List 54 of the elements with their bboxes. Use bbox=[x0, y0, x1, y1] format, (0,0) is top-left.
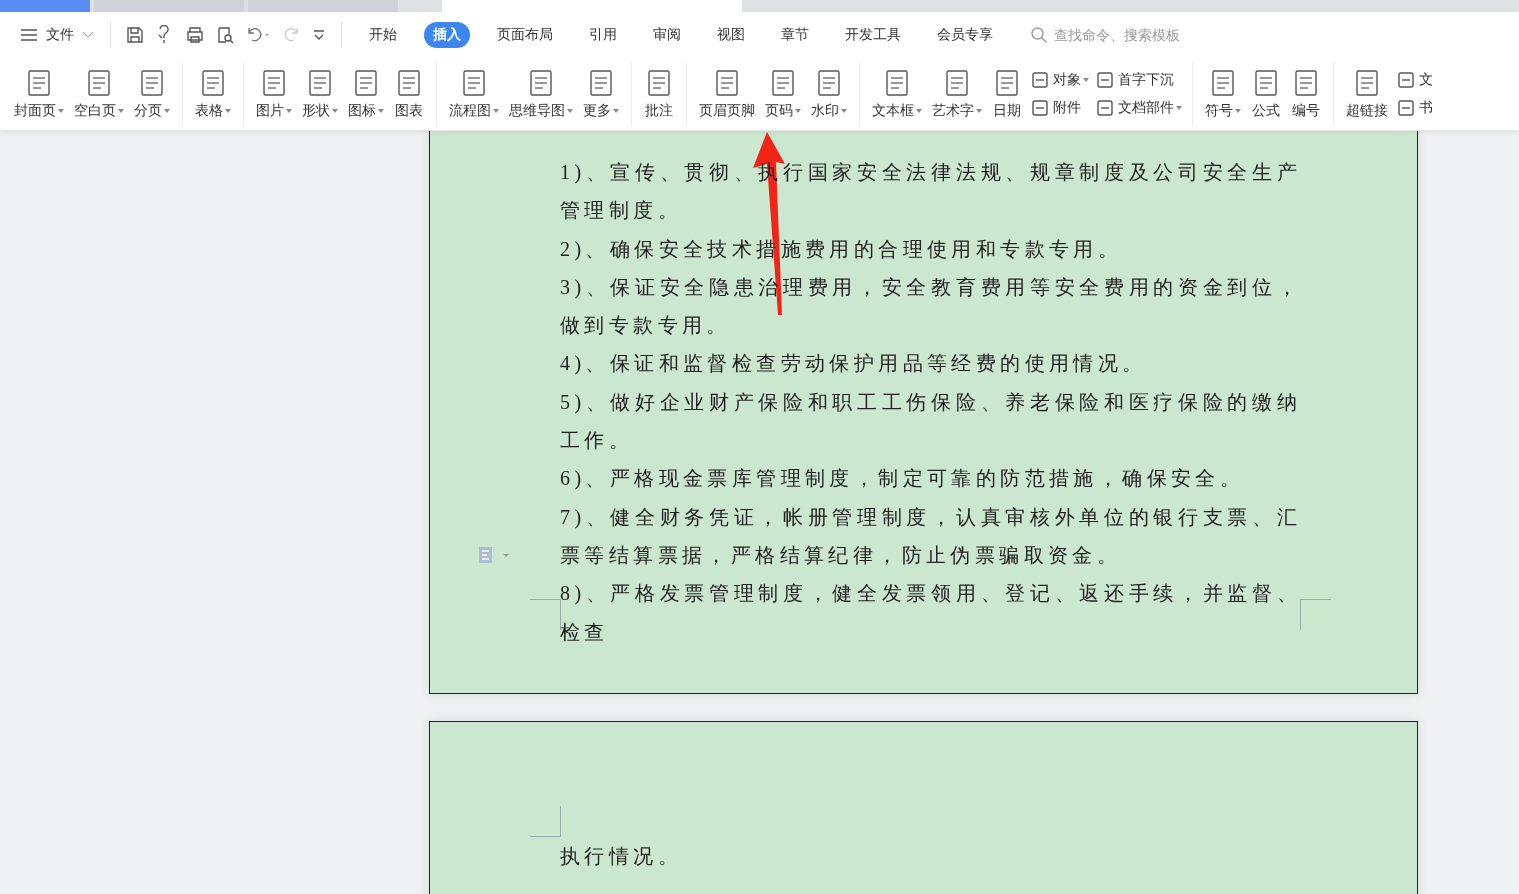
ribbon-button[interactable]: 文档部件 bbox=[1093, 97, 1184, 119]
ribbon-button[interactable]: 编号 bbox=[1287, 66, 1325, 122]
ribbon-button[interactable]: 表格 bbox=[191, 66, 235, 122]
ribbon-button[interactable]: 书 bbox=[1394, 97, 1435, 119]
ribbon-button[interactable]: 形状 bbox=[298, 66, 342, 122]
ribbon-tab[interactable]: 插入 bbox=[424, 22, 470, 48]
ribbon-button[interactable]: 公式 bbox=[1247, 66, 1285, 122]
ribbon-button[interactable]: 文本框 bbox=[868, 66, 926, 122]
paragraph-text: 6)、严格现金票库管理制度，制定可靠的防范措施，确保安全。 bbox=[560, 466, 1246, 492]
ribbon-button[interactable]: 水印 bbox=[807, 66, 851, 122]
ribbon-button[interactable]: 分页 bbox=[130, 66, 174, 122]
ribbon-button[interactable]: 图表 bbox=[390, 66, 428, 122]
ribbon-tab[interactable]: 开始 bbox=[360, 22, 406, 48]
margin-corner-mark bbox=[530, 806, 561, 837]
ribbon-tab[interactable]: 开发工具 bbox=[836, 22, 910, 48]
ribbon-button[interactable]: 艺术字 bbox=[928, 66, 986, 122]
ribbon-button[interactable]: 图标 bbox=[344, 66, 388, 122]
paragraph-text: 4)、保证和监督检查劳动保护用品等经费的使用情况。 bbox=[560, 351, 1148, 377]
print-preview-icon[interactable] bbox=[215, 25, 235, 45]
ribbon-button[interactable]: 批注 bbox=[640, 66, 678, 122]
ribbon-button[interactable]: 超链接 bbox=[1342, 66, 1392, 122]
ribbon-button[interactable]: 空白页 bbox=[70, 66, 128, 122]
ribbon-tab[interactable]: 页面布局 bbox=[488, 22, 562, 48]
margin-corner-mark bbox=[1300, 599, 1331, 630]
paragraph-text: 8)、严格发票管理制度，健全发票领用、登记、返还手续，并监督、检查 bbox=[560, 581, 1301, 645]
chevron-down-icon bbox=[82, 31, 94, 39]
ribbon-button[interactable]: 首字下沉 bbox=[1093, 69, 1184, 91]
file-menu-button[interactable]: 文件 bbox=[16, 26, 98, 44]
ribbon-tab[interactable]: 会员专享 bbox=[928, 22, 1002, 48]
ribbon-button[interactable]: 附件 bbox=[1028, 97, 1091, 119]
ribbon-button[interactable]: 思维导图 bbox=[505, 66, 577, 122]
menu-icon bbox=[20, 28, 38, 42]
ribbon-button[interactable]: 图片 bbox=[252, 66, 296, 122]
ribbon-button[interactable]: 符号 bbox=[1201, 66, 1245, 122]
ribbon-button[interactable]: 封面页 bbox=[10, 66, 68, 122]
ribbon-button[interactable]: 日期 bbox=[988, 66, 1026, 122]
command-search-field[interactable]: 查找命令、搜索模板 bbox=[1030, 26, 1236, 44]
ribbon-button[interactable]: 对象 bbox=[1028, 69, 1091, 91]
print-icon[interactable] bbox=[185, 25, 205, 45]
ribbon-button[interactable]: 更多 bbox=[579, 66, 623, 122]
search-icon bbox=[1030, 26, 1048, 44]
ribbon-tab[interactable]: 视图 bbox=[708, 22, 754, 48]
ribbon-tab[interactable]: 章节 bbox=[772, 22, 818, 48]
ribbon-tab[interactable]: 审阅 bbox=[644, 22, 690, 48]
ribbon-button[interactable]: 页眉页脚 bbox=[695, 66, 759, 122]
ribbon-button[interactable]: 流程图 bbox=[445, 66, 503, 122]
ribbon-button[interactable]: 页码 bbox=[761, 66, 805, 122]
paragraph-text: 执行情况。 bbox=[560, 844, 683, 869]
paragraph-text: 5)、做好企业财产保险和职工工伤保险、养老保险和医疗保险的缴纳工作。 bbox=[560, 389, 1301, 454]
save-icon[interactable] bbox=[125, 25, 145, 45]
margin-corner-mark bbox=[530, 599, 561, 630]
ribbon-button[interactable]: 文 bbox=[1394, 69, 1435, 91]
paragraph-text: 7)、健全财务凭证，帐册管理制度，认真审核外单位的银行支票、汇票等结算票据，严格结算纪律，防止伪票骗取资金。 bbox=[560, 504, 1301, 568]
ribbon-tab[interactable]: 引用 bbox=[580, 22, 626, 48]
